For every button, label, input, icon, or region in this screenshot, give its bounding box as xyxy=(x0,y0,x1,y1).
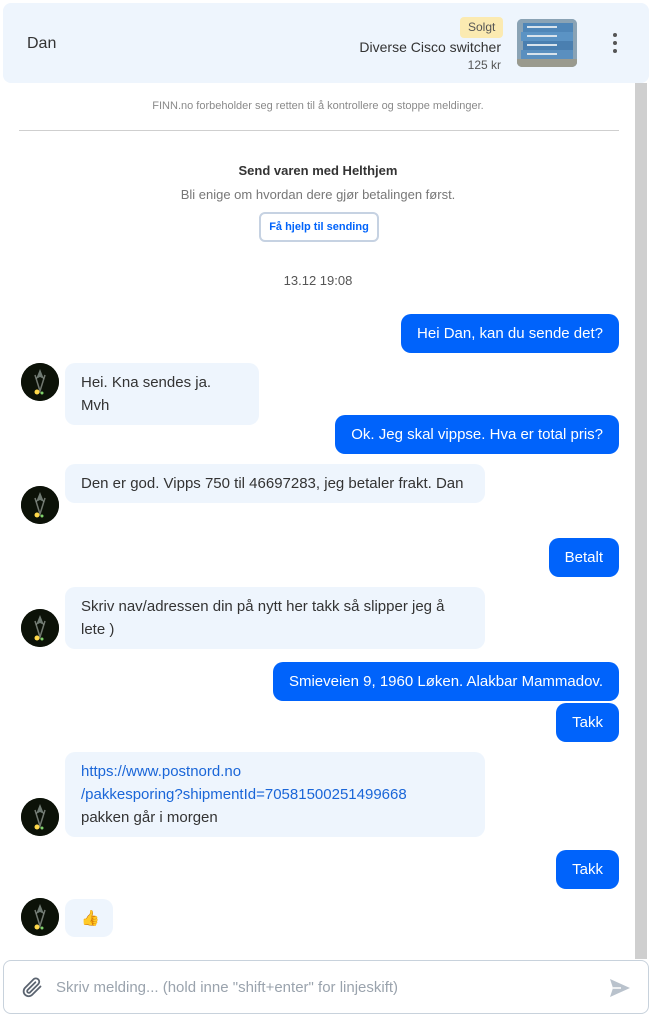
shipping-title: Send varen med Helthjem xyxy=(238,163,398,178)
outgoing-message[interactable]: Takk xyxy=(556,703,619,742)
tracking-link[interactable]: https://www.postnord.no/pakkesporing?shi… xyxy=(81,763,407,803)
scrollbar[interactable] xyxy=(635,83,647,959)
incoming-message[interactable]: Hei. Kna sendes ja. Mvh xyxy=(65,363,259,425)
message-text: pakken går i morgen xyxy=(81,809,218,826)
avatar[interactable] xyxy=(21,363,59,401)
outgoing-message[interactable]: Ok. Jeg skal vippse. Hva er total pris? xyxy=(335,415,619,454)
item-thumbnail-image[interactable] xyxy=(517,19,577,67)
contact-name[interactable]: Dan xyxy=(27,35,56,53)
shipping-subtitle: Bli enige om hvordan dere gjør betalinge… xyxy=(180,187,456,202)
moderation-notice: FINN.no forbeholder seg retten til å kon… xyxy=(152,100,484,112)
avatar[interactable] xyxy=(21,898,59,936)
divider xyxy=(19,130,619,131)
avatar[interactable] xyxy=(21,798,59,836)
conversation-header: Dan Solgt Diverse Cisco switcher 125 kr xyxy=(3,3,649,83)
shipping-help-button[interactable]: Få hjelp til sending xyxy=(259,212,379,242)
paperclip-icon[interactable] xyxy=(20,975,44,999)
message-input[interactable] xyxy=(56,973,596,1001)
sold-status-badge: Solgt xyxy=(460,17,504,38)
avatar[interactable] xyxy=(21,609,59,647)
item-title[interactable]: Diverse Cisco switcher xyxy=(359,39,501,55)
item-price: 125 kr xyxy=(467,58,501,72)
outgoing-message[interactable]: Takk xyxy=(556,850,619,889)
outgoing-message[interactable]: Hei Dan, kan du sende det? xyxy=(401,314,619,353)
message-composer xyxy=(3,960,649,1014)
outgoing-message[interactable]: Smieveien 9, 1960 Løken. Alakbar Mammado… xyxy=(272,662,619,701)
incoming-message[interactable]: Den er god. Vipps 750 til 46697283, jeg … xyxy=(65,464,485,503)
message-timestamp: 13.12 19:08 xyxy=(283,273,353,288)
send-icon[interactable] xyxy=(608,976,632,1000)
incoming-message[interactable]: Skriv nav/adressen din på nytt her takk … xyxy=(65,587,485,649)
more-vertical-icon[interactable] xyxy=(605,29,625,57)
incoming-message-with-link: https://www.postnord.no/pakkesporing?shi… xyxy=(65,752,485,837)
incoming-message-emoji[interactable]: 👍 xyxy=(65,899,113,937)
avatar[interactable] xyxy=(21,486,59,524)
outgoing-message[interactable]: Betalt xyxy=(548,538,619,577)
